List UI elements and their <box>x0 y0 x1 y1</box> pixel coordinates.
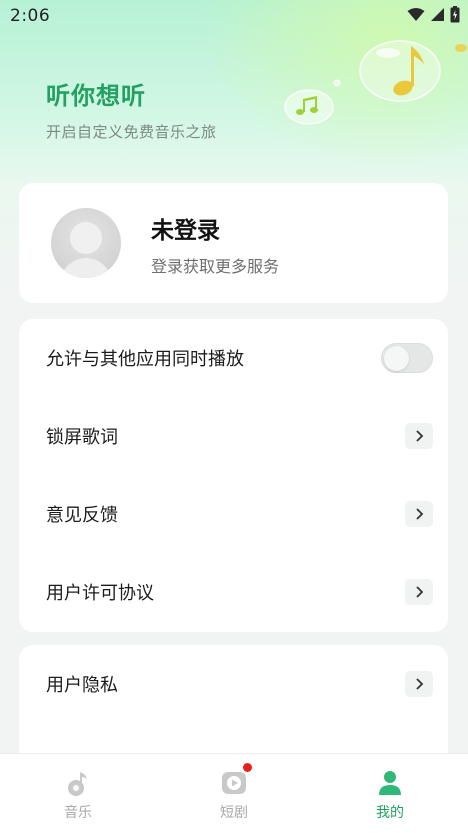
status-icons <box>407 5 460 27</box>
settings-row-license[interactable]: 用户许可协议 <box>19 553 448 631</box>
music-note-icon <box>63 768 93 798</box>
settings-row-label: 允许与其他应用同时播放 <box>46 349 244 370</box>
nav-label: 我的 <box>376 805 404 821</box>
music-note-bubble-edge <box>454 38 468 57</box>
nav-label: 音乐 <box>64 805 92 821</box>
toggle-knob <box>384 346 409 371</box>
chevron-right-icon[interactable] <box>405 579 433 605</box>
settings-row-feedback[interactable]: 意见反馈 <box>19 475 448 553</box>
music-note-bubble-small <box>283 88 335 130</box>
hero-subtitle: 开启自定义免费音乐之旅 <box>46 123 217 141</box>
profile-name[interactable]: 未登录 <box>151 211 220 245</box>
settings-row-label: 用户许可协议 <box>46 583 154 604</box>
settings-row-concurrent-playback[interactable]: 允许与其他应用同时播放 <box>19 319 448 397</box>
chevron-right-icon[interactable] <box>405 423 433 449</box>
chevron-right-icon[interactable] <box>405 501 433 527</box>
avatar-body <box>60 258 112 278</box>
cellular-signal-icon <box>430 7 445 26</box>
concurrent-playback-toggle[interactable] <box>381 343 433 373</box>
avatar[interactable] <box>51 208 121 278</box>
status-bar: 2:06 <box>0 0 468 32</box>
settings-row-label: 锁屏歌词 <box>46 427 118 448</box>
wifi-icon <box>407 7 425 26</box>
notification-badge <box>243 763 252 772</box>
nav-item-short-drama[interactable]: 短剧 <box>156 754 312 833</box>
settings-row-label: 用户隐私 <box>46 675 118 696</box>
settings-row-label: 意见反馈 <box>46 505 118 526</box>
nav-label: 短剧 <box>220 805 248 821</box>
nav-item-mine[interactable]: 我的 <box>312 754 468 833</box>
settings-row-lockscreen-lyrics[interactable]: 锁屏歌词 <box>19 397 448 475</box>
battery-icon <box>450 5 460 27</box>
hero-title: 听你想听 <box>46 82 146 110</box>
profile-description: 登录获取更多服务 <box>151 257 280 276</box>
settings-card: 允许与其他应用同时播放 锁屏歌词 意见反馈 用户许可协议 <box>19 319 448 632</box>
settings-row-privacy[interactable]: 用户隐私 <box>19 645 448 723</box>
profile-card[interactable]: 未登录 登录获取更多服务 <box>19 183 448 303</box>
avatar-head <box>70 222 102 254</box>
person-icon <box>375 768 405 798</box>
play-video-icon <box>219 768 249 798</box>
screen: 2:06 听你想听 开启自定义免费音乐之旅 未登录 登录获取更多服务 允许与其他… <box>0 0 468 833</box>
tiny-bubble <box>333 72 341 91</box>
status-time: 2:06 <box>10 6 51 26</box>
bottom-nav: 音乐 短剧 我的 <box>0 753 468 833</box>
nav-item-music[interactable]: 音乐 <box>0 754 156 833</box>
chevron-right-icon[interactable] <box>405 671 433 697</box>
music-note-bubble-large <box>358 38 442 108</box>
